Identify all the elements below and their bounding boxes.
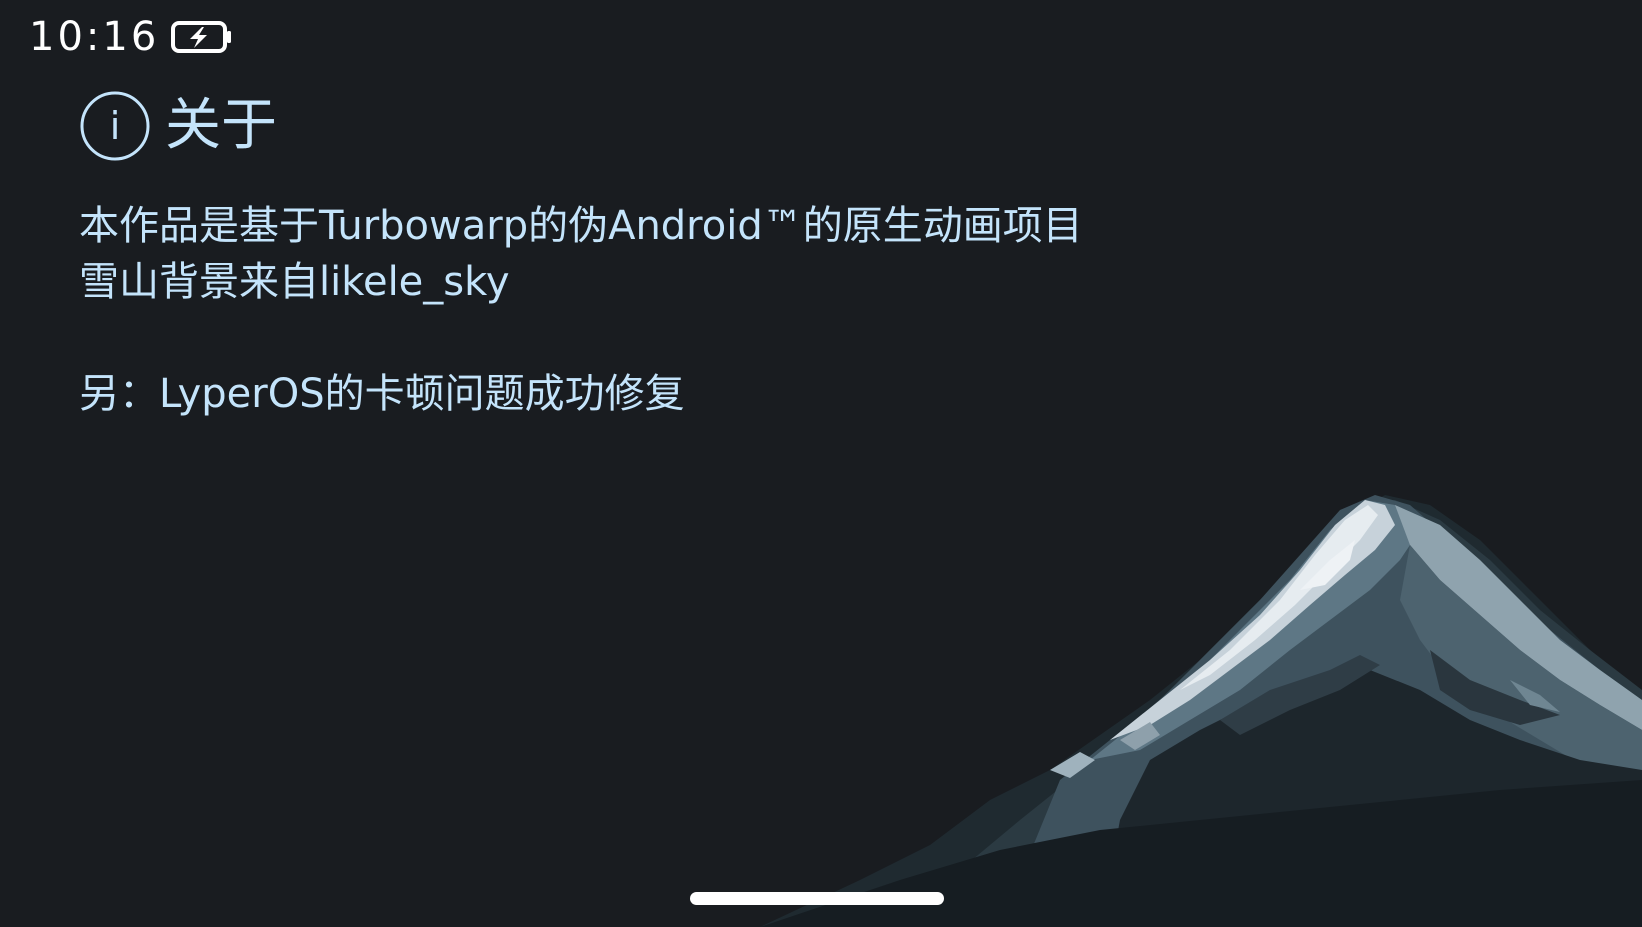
info-icon-glyph: i: [110, 104, 121, 148]
about-content: 本作品是基于Turbowarp的伪Android™的原生动画项目 雪山背景来自l…: [79, 198, 1359, 422]
about-line-project: 本作品是基于Turbowarp的伪Android™的原生动画项目: [79, 203, 1083, 249]
info-icon: i: [80, 91, 150, 161]
about-line-background-credit: 雪山背景来自likele_sky: [79, 259, 510, 305]
home-indicator[interactable]: [690, 892, 944, 905]
status-time: 10:16: [29, 14, 160, 60]
about-screen: 10:16 i 关于 本作品是基于Turbowarp的伪Android™的原生动…: [0, 0, 1642, 927]
page-header: i 关于: [79, 88, 277, 164]
status-bar: 10:16: [29, 12, 233, 62]
about-line-fix-note: 另：LyperOS的卡顿问题成功修复: [79, 371, 685, 417]
page-title: 关于: [165, 93, 277, 158]
battery-charging-icon: [171, 21, 232, 53]
